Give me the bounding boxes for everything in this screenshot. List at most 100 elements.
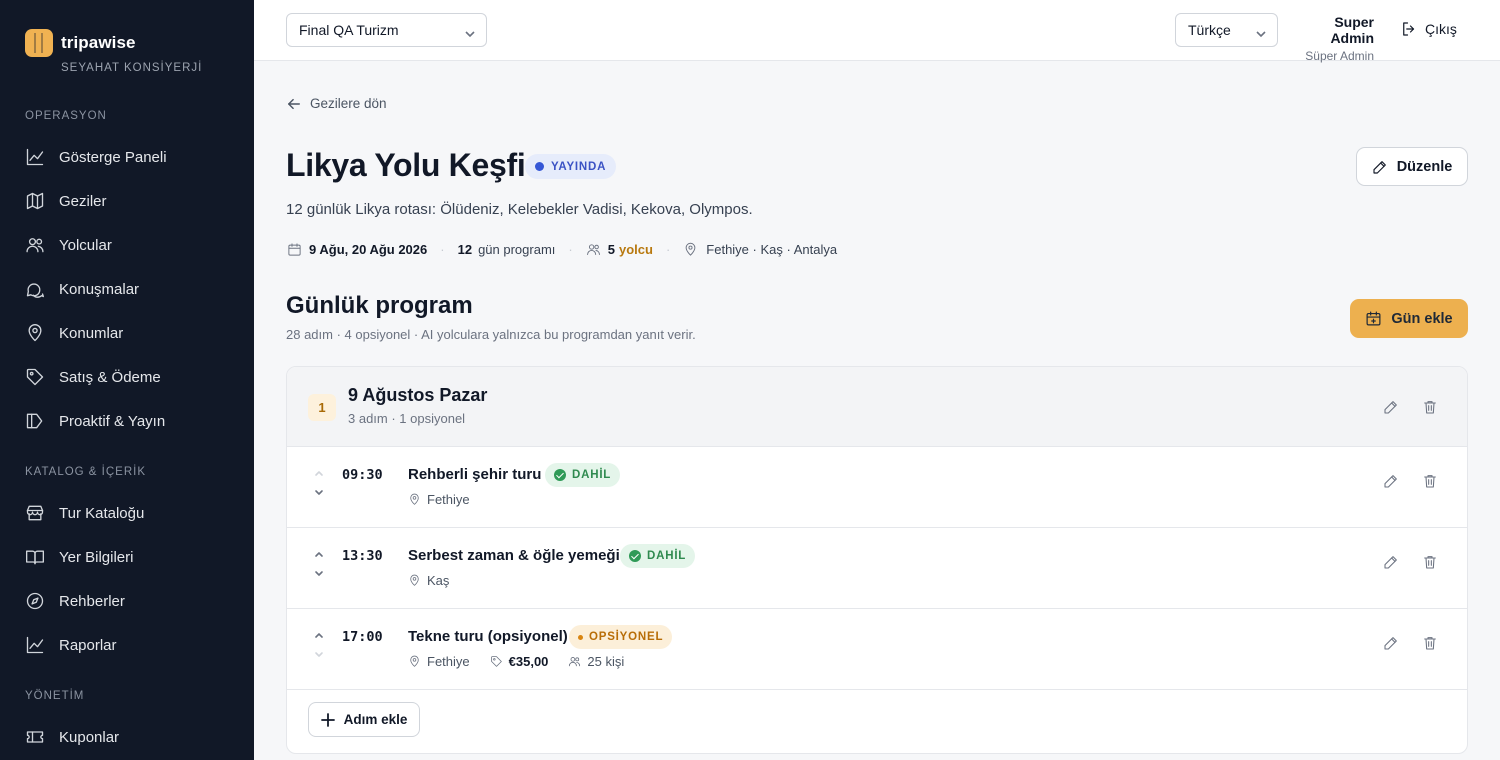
page-title: Likya Yolu Keşfi	[286, 147, 526, 183]
user-info: Super Admin Süper Admin	[1290, 14, 1374, 63]
step-title: Tekne turu (opsiyonel)	[408, 628, 568, 645]
company-select[interactable]: Final QA Turizm	[286, 13, 487, 47]
move-down-button[interactable]	[313, 567, 325, 579]
optional-badge: OPSİYONEL	[569, 625, 673, 649]
edit-trip-button[interactable]: Düzenle	[1356, 147, 1468, 186]
delete-step-button[interactable]	[1417, 468, 1443, 494]
sidebar-item-label: Tur Kataloğu	[59, 504, 145, 522]
step-reorder	[311, 466, 327, 500]
sidebar-item-reports[interactable]: Raporlar	[25, 629, 235, 661]
edit-step-button[interactable]	[1378, 630, 1404, 656]
language-select-value: Türkçe	[1188, 22, 1231, 38]
chevron-down-icon	[465, 26, 475, 38]
day-count: 12	[457, 241, 473, 257]
logout-button[interactable]: Çıkış	[1400, 20, 1457, 38]
sidebar-item-label: Rehberler	[59, 592, 125, 610]
status-badge: YAYINDA	[525, 154, 617, 179]
trash-icon	[1424, 637, 1436, 650]
compass-icon	[26, 592, 44, 610]
move-down-button[interactable]	[313, 648, 325, 660]
badge-label: OPSİYONEL	[589, 631, 664, 643]
step-time: 13:30	[342, 548, 383, 564]
edit-step-button[interactable]	[1378, 549, 1404, 575]
sidebar-item-label: Kuponlar	[59, 728, 120, 746]
store-icon	[26, 505, 44, 521]
step-meta: Fethiye €35,00 25 kişi	[408, 654, 624, 669]
delete-step-button[interactable]	[1417, 549, 1443, 575]
status-dot-icon	[578, 634, 583, 640]
sidebar-item-sales[interactable]: Satış & Ödeme	[25, 361, 235, 393]
sidebar-item-trips[interactable]: Geziler	[25, 185, 235, 217]
program-subtitle: 28 adım · 4 opsiyonel · AI yolculara yal…	[286, 327, 696, 342]
move-up-button[interactable]	[313, 628, 325, 640]
step-reorder	[311, 547, 327, 581]
logout-icon	[1403, 22, 1415, 36]
users-icon	[569, 657, 581, 667]
day-header: 1 9 Ağustos Pazar 3 adım · 1 opsiyonel	[287, 367, 1467, 447]
add-step-button[interactable]: Adım ekle	[308, 702, 420, 737]
included-badge: DAHİL	[620, 544, 696, 568]
badge-label: DAHİL	[572, 469, 612, 481]
move-up-button[interactable]	[313, 466, 325, 478]
passenger-link[interactable]: yolcu	[619, 242, 653, 257]
sidebar-item-guides[interactable]: Rehberler	[25, 585, 235, 617]
trash-icon	[1424, 401, 1436, 414]
day-title: 9 Ağustos Pazar	[348, 385, 488, 405]
tripawise-logo-icon	[25, 29, 53, 57]
step-row: 17:00 Tekne turu (opsiyonel) OPSİYONEL F…	[287, 609, 1467, 690]
brand-name: tripawise	[61, 33, 136, 52]
brand[interactable]: tripawise	[25, 29, 136, 57]
sidebar-item-locations[interactable]: Konumlar	[25, 317, 235, 349]
section-label-management: YÖNETİM	[25, 690, 85, 702]
users-icon	[586, 243, 600, 255]
sidebar-item-dashboard[interactable]: Gösterge Paneli	[25, 141, 235, 173]
map-pin-icon	[410, 493, 419, 505]
sidebar-item-label: Yolcular	[59, 236, 112, 254]
user-name: Super Admin	[1330, 14, 1374, 46]
sidebar-item-coupons[interactable]: Kuponlar	[25, 721, 235, 753]
delete-step-button[interactable]	[1417, 630, 1443, 656]
language-select[interactable]: Türkçe	[1175, 13, 1278, 47]
map-pin-icon	[410, 574, 419, 586]
chevron-down-icon	[315, 571, 323, 576]
sidebar: tripawise SEYAHAT KONSİYERJİ OPERASYON G…	[0, 0, 254, 760]
move-down-button[interactable]	[313, 486, 325, 498]
badge-label: DAHİL	[647, 550, 687, 562]
meta-separator: ·	[568, 241, 573, 257]
back-to-trips-link[interactable]: Gezilere dön	[287, 96, 387, 111]
top-bar: Final QA Turizm Türkçe Super Admin Süper…	[254, 0, 1500, 63]
map-pin-icon	[685, 242, 696, 256]
sidebar-item-place-info[interactable]: Yer Bilgileri	[25, 541, 235, 573]
trip-locations: Fethiye · Kaş · Antalya	[706, 241, 838, 257]
passenger-count[interactable]: 5	[608, 242, 615, 257]
sidebar-item-passengers[interactable]: Yolcular	[25, 229, 235, 261]
edit-day-button[interactable]	[1378, 394, 1404, 420]
sidebar-item-tour-catalog[interactable]: Tur Kataloğu	[25, 497, 235, 529]
step-time: 09:30	[342, 467, 383, 483]
status-label: YAYINDA	[551, 160, 607, 173]
day-number-badge: 1	[308, 394, 336, 421]
users-icon	[26, 238, 44, 253]
move-up-button[interactable]	[313, 547, 325, 559]
company-select-value: Final QA Turizm	[299, 22, 399, 38]
meta-separator: ·	[440, 241, 445, 257]
sidebar-item-proactive[interactable]: Proaktif & Yayın	[25, 405, 235, 437]
plus-icon	[320, 712, 335, 727]
chevron-down-icon	[315, 490, 323, 495]
delete-day-button[interactable]	[1417, 394, 1443, 420]
add-day-button[interactable]: Gün ekle	[1350, 299, 1468, 338]
step-capacity: 25 kişi	[587, 654, 625, 669]
calendar-icon	[288, 242, 301, 256]
megaphone-icon	[26, 413, 43, 429]
sidebar-item-conversations[interactable]: Konuşmalar	[25, 273, 235, 305]
book-icon	[26, 550, 44, 565]
check-circle-icon	[629, 550, 641, 562]
sidebar-item-label: Yer Bilgileri	[59, 548, 134, 566]
section-label-catalog: KATALOG & İÇERİK	[25, 466, 147, 478]
chevron-up-icon	[315, 552, 323, 557]
edit-step-button[interactable]	[1378, 468, 1404, 494]
edit-trip-label: Düzenle	[1396, 158, 1453, 175]
map-pin-icon	[28, 324, 42, 342]
arrow-left-icon	[288, 98, 300, 109]
pencil-icon	[1384, 475, 1397, 488]
